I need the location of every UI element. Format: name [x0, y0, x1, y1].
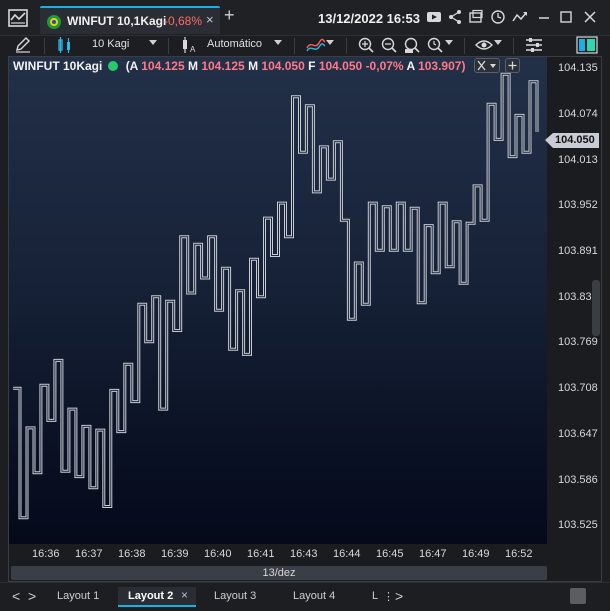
date-label: 13/dez — [262, 567, 296, 579]
legend-low-label: M — [248, 59, 259, 73]
price-tick-label: 103.83 — [558, 290, 592, 303]
kagi-chart — [13, 72, 539, 520]
time-tick-label: 16:39 — [161, 548, 189, 560]
legend-close-label: F — [308, 59, 316, 73]
time-tick-label: 16:45 — [376, 548, 404, 560]
status-indicator[interactable] — [570, 588, 586, 604]
time-tick-label: 16:43 — [290, 548, 318, 560]
time-tick-label: 16:49 — [462, 548, 490, 560]
time-tick-label: 16:40 — [204, 548, 232, 560]
current-price-label: 104.050 — [553, 133, 599, 148]
legend-high-label: M — [187, 59, 198, 73]
layout-tab-bar: < > Layout 1 Layout 2 × Layout 3 Layout … — [0, 582, 610, 611]
time-tick-label: 16:52 — [505, 548, 533, 560]
current-price-pointer — [545, 133, 553, 148]
more-tabs-icon[interactable]: ⋮ — [383, 587, 394, 607]
tabs-next-icon[interactable]: > — [395, 588, 403, 604]
price-tick-label: 103.891 — [558, 245, 598, 258]
layout-tab-1[interactable]: Layout 1 — [57, 587, 99, 607]
legend-prev-value: 103.907) — [418, 59, 466, 73]
legend-change: -0,07% — [365, 59, 404, 73]
time-tick-label: 16:38 — [118, 548, 146, 560]
legend-tools-button[interactable] — [474, 58, 500, 73]
price-tick-label: 103.708 — [558, 382, 598, 395]
layout-tab-3[interactable]: Layout 3 — [214, 587, 256, 607]
legend-open-value: 104.125 — [141, 59, 185, 73]
price-tick-label: 103.952 — [558, 199, 598, 212]
layout-tab-close-icon[interactable]: × — [181, 588, 188, 602]
price-tick-label: 104.074 — [558, 107, 598, 120]
legend-symbol: WINFUT 10Kagi — [13, 59, 103, 73]
price-tick-label: 103.525 — [558, 519, 598, 532]
legend-low-value: 104.050 — [261, 59, 305, 73]
add-indicator-button[interactable] — [505, 58, 520, 73]
price-tick-label: 103.647 — [558, 427, 598, 440]
price-tick-label: 104.135 — [558, 62, 598, 75]
tools-icon — [477, 60, 496, 71]
time-tick-label: 16:44 — [333, 548, 361, 560]
price-tick-label: 104.013 — [558, 153, 598, 166]
time-tick-label: 16:41 — [247, 548, 275, 560]
layout-tab-5[interactable]: L — [372, 587, 378, 607]
layout-tab-4[interactable]: Layout 4 — [293, 587, 335, 607]
price-tick-label: 103.586 — [558, 473, 598, 486]
plus-icon — [508, 61, 517, 70]
legend-high-value: 104.125 — [201, 59, 245, 73]
legend-prev-label: A — [406, 59, 415, 73]
time-tick-label: 16:36 — [32, 548, 60, 560]
legend-close-value: 104.050 — [318, 59, 363, 73]
time-tick-label: 16:37 — [75, 548, 103, 560]
time-tick-label: 16:47 — [419, 548, 447, 560]
legend-open-label: (A — [125, 59, 138, 73]
tabs-scroll-left-icon[interactable]: < — [12, 588, 20, 604]
tabs-scroll-right-icon[interactable]: > — [28, 588, 36, 604]
chart-legend: WINFUT 10Kagi (A 104.125 M 104.125 M 104… — [13, 59, 465, 73]
kagi-line-core — [13, 73, 538, 519]
live-status-icon — [108, 61, 119, 71]
date-scrollbar[interactable]: 13/dez — [11, 566, 547, 580]
price-axis-scroll-handle[interactable] — [592, 280, 600, 336]
price-tick-label: 103.769 — [558, 336, 598, 349]
kagi-line — [13, 72, 539, 520]
